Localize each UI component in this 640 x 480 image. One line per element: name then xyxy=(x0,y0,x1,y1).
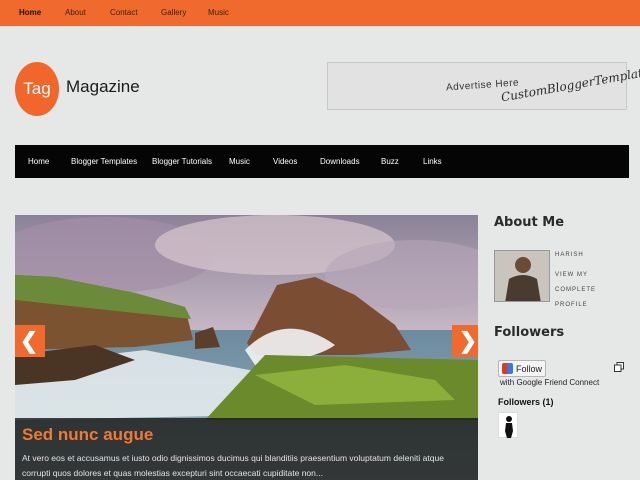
view-profile-link[interactable]: VIEW MY COMPLETE PROFILE xyxy=(555,268,625,313)
copy-icon[interactable] xyxy=(614,362,624,372)
slider-next-button[interactable]: ❯ xyxy=(452,325,478,357)
main-nav: Home Blogger Templates Blogger Tutorials… xyxy=(15,145,629,178)
main-nav-videos[interactable]: Videos xyxy=(273,157,297,166)
followers-count: Followers (1) xyxy=(498,397,554,407)
slider-prev-button[interactable]: ❮ xyxy=(15,325,45,357)
main-nav-blogger-templates[interactable]: Blogger Templates xyxy=(71,157,137,166)
follower-silhouette-icon xyxy=(505,416,513,438)
slider-title[interactable]: Sed nunc augue xyxy=(22,425,153,445)
follower-avatar[interactable] xyxy=(498,412,518,438)
main-nav-buzz[interactable]: Buzz xyxy=(381,157,399,166)
main-nav-blogger-tutorials[interactable]: Blogger Tutorials xyxy=(152,157,212,166)
top-nav-music[interactable]: Music xyxy=(208,8,229,17)
top-nav: Home About Contact Gallery Music xyxy=(0,0,640,26)
ad-banner[interactable]: Advertise Here CustomBloggerTemplates xyxy=(327,62,640,110)
google-icon xyxy=(502,363,513,374)
top-nav-about[interactable]: About xyxy=(65,8,86,17)
featured-slider[interactable]: ❮ ❯ Sed nunc augue At vero eos et accusa… xyxy=(15,215,478,480)
top-nav-gallery[interactable]: Gallery xyxy=(161,8,186,17)
main-nav-downloads[interactable]: Downloads xyxy=(320,157,360,166)
top-nav-contact[interactable]: Contact xyxy=(110,8,138,17)
profile-name: HARISH xyxy=(555,252,584,258)
main-nav-links[interactable]: Links xyxy=(423,157,442,166)
main-nav-music[interactable]: Music xyxy=(229,157,250,166)
logo-badge[interactable]: Tag xyxy=(15,62,59,116)
top-nav-home[interactable]: Home xyxy=(19,8,41,17)
about-me-heading: About Me xyxy=(494,215,565,230)
slider-caption: Sed nunc augue At vero eos et accusamus … xyxy=(15,418,478,480)
avatar-image xyxy=(495,251,549,301)
ad-brand-text: CustomBloggerTemplates xyxy=(499,63,640,105)
slider-excerpt: At vero eos et accusamus et iusto odio d… xyxy=(22,453,444,478)
follow-button[interactable]: Follow xyxy=(498,360,546,377)
followers-heading: Followers xyxy=(494,325,565,340)
site-title[interactable]: Magazine xyxy=(66,77,140,97)
follow-subtext: with Google Friend Connect xyxy=(500,378,600,387)
main-nav-home[interactable]: Home xyxy=(28,157,49,166)
avatar[interactable] xyxy=(494,250,550,302)
follow-button-label: Follow xyxy=(516,363,543,374)
